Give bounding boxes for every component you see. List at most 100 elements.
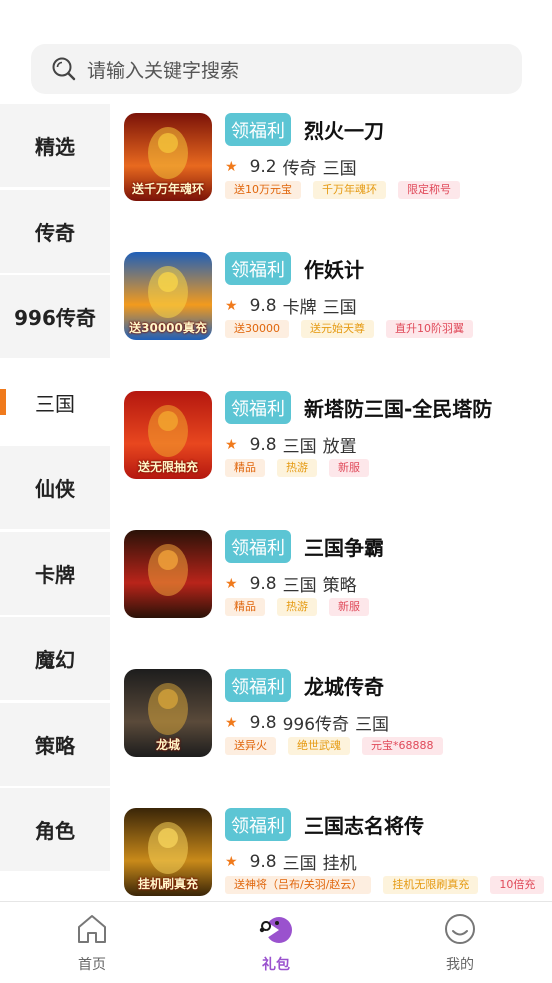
home-icon [78,915,106,943]
game-genre: 三国 [355,715,390,735]
bottom-tab-bar: 首页 礼包 我的 [0,901,552,983]
game-icon-caption: 挂机刷真充 [137,877,198,891]
star-icon: ★ [225,436,238,453]
sidebar-item-label: 魔幻 [35,648,75,672]
sidebar-item-label: 角色 [35,819,75,843]
game-title: 三国争霸 [304,536,384,560]
sidebar-item-label: 996传奇 [14,306,96,330]
claim-gift-button[interactable]: 领福利 [225,669,291,702]
sidebar-item-label: 三国 [35,391,75,416]
tab-home[interactable]: 首页 [47,912,137,974]
game-icon-caption: 送30000真充 [129,321,207,335]
game-tag: 热游 [277,459,317,477]
game-icon-caption: 龙城 [155,738,180,752]
game-tag: 10倍充 [490,876,545,894]
game-tags: 精品 热游 新服 [225,598,381,616]
game-icon[interactable]: 挂机刷真充 [124,808,212,896]
game-list-item[interactable]: 送千万年魂环 领福利 烈火一刀 ★ 9.2 传奇 三国 送10万元宝 千万年魂环 限定称号 [124,113,552,233]
game-genre: 挂机 [322,854,357,874]
game-meta: ★ 9.8 卡牌 三国 [225,293,357,319]
star-icon: ★ [225,297,238,314]
game-tags: 送10万元宝 千万年魂环 限定称号 [225,181,472,199]
game-rating: 9.8 [249,434,277,455]
game-tag: 直升10阶羽翼 [386,320,473,338]
star-icon: ★ [225,714,238,731]
game-icon[interactable] [124,530,212,618]
game-title: 烈火一刀 [304,119,384,143]
sidebar-item[interactable]: 三国 [0,360,110,444]
game-tag: 千万年魂环 [313,181,386,199]
sidebar-item-label: 策略 [35,733,75,758]
profile-smile-icon [445,914,475,944]
game-tag: 热游 [277,598,317,616]
game-genre: 传奇 [282,159,317,179]
sidebar-item[interactable]: 精选 [0,104,110,187]
game-tag: 元宝*68888 [362,737,443,755]
game-genre: 三国 [322,298,357,318]
game-list-item[interactable]: 送无限抽充 领福利 新塔防三国-全民塔防 ★ 9.8 三国 放置 精品 热游 新服 [124,391,552,511]
tab-home-label: 首页 [78,957,106,973]
game-list-item[interactable]: 送30000真充 领福利 作妖计 ★ 9.8 卡牌 三国 送30000 送元始天尊 直升10阶羽翼 [124,252,552,372]
search-bar[interactable]: 请输入关键字搜索 [31,44,522,94]
game-title: 三国志名将传 [304,814,424,838]
game-tag: 送30000 [225,320,289,338]
game-list-item[interactable]: 龙城 领福利 龙城传奇 ★ 9.8 996传奇 三国 送异火 绝世武魂 元宝*68888 [124,669,552,789]
game-tags: 送30000 送元始天尊 直升10阶羽翼 [225,320,485,338]
active-indicator [0,388,6,415]
game-genre: 三国 [282,437,317,457]
tab-gift-label: 礼包 [262,957,290,973]
claim-gift-button[interactable]: 领福利 [225,252,291,285]
claim-gift-button[interactable]: 领福利 [225,808,291,841]
game-genre: 996传奇 [282,715,350,735]
game-tags: 送神将（吕布/关羽/赵云） 挂机无限刷真充 10倍充 [225,876,552,894]
sidebar-item[interactable]: 传奇 [0,189,110,273]
sidebar-item[interactable]: 策略 [0,702,110,786]
game-icon-caption: 送无限抽充 [137,460,198,474]
game-rating: 9.8 [249,295,277,316]
game-meta: ★ 9.8 三国 放置 [225,432,357,458]
sidebar-item[interactable]: 魔幻 [0,617,110,700]
game-tags: 送异火 绝世武魂 元宝*68888 [225,737,455,755]
claim-gift-button[interactable]: 领福利 [225,530,291,563]
game-rating: 9.8 [249,573,277,594]
game-meta: ★ 9.2 传奇 三国 [225,154,357,180]
game-genre: 三国 [322,159,357,179]
claim-gift-button[interactable]: 领福利 [225,113,291,146]
game-rating: 9.8 [249,851,277,872]
game-icon-caption: 送千万年魂环 [131,182,204,196]
game-meta: ★ 9.8 996传奇 三国 [225,710,390,736]
tab-gift[interactable]: 礼包 [231,912,321,974]
game-tag: 挂机无限刷真充 [383,876,479,894]
game-genre: 卡牌 [282,298,317,318]
game-title: 新塔防三国-全民塔防 [304,397,493,421]
sidebar-item[interactable]: 仙侠 [0,446,110,529]
game-genre: 三国 [282,576,317,596]
claim-gift-button[interactable]: 领福利 [225,391,291,424]
game-tag: 送神将（吕布/关羽/赵云） [225,876,372,894]
tab-profile[interactable]: 我的 [415,912,505,974]
game-icon[interactable]: 送30000真充 [124,252,212,340]
gift-pacman-icon [259,917,292,943]
game-tags: 精品 热游 新服 [225,459,381,477]
game-tag: 精品 [225,598,265,616]
search-input[interactable]: 请输入关键字搜索 [87,56,239,83]
sidebar-item-label: 卡牌 [35,562,75,587]
game-meta: ★ 9.8 三国 策略 [225,571,357,597]
game-tag: 精品 [225,459,265,477]
sidebar-item[interactable]: 角色 [0,788,110,871]
tab-profile-label: 我的 [446,957,474,973]
game-icon[interactable]: 龙城 [124,669,212,757]
game-tag: 新服 [329,598,369,616]
game-genre: 三国 [282,854,317,874]
game-title: 龙城传奇 [304,675,384,699]
game-tag: 限定称号 [398,181,460,199]
game-tag: 绝世武魂 [288,737,350,755]
game-icon[interactable]: 送千万年魂环 [124,113,212,201]
game-tag: 送元始天尊 [301,320,374,338]
game-icon[interactable]: 送无限抽充 [124,391,212,479]
game-list-item[interactable]: 领福利 三国争霸 ★ 9.8 三国 策略 精品 热游 新服 [124,530,552,650]
star-icon: ★ [225,158,238,175]
game-genre: 策略 [322,576,357,596]
sidebar-item[interactable]: 卡牌 [0,531,110,615]
sidebar-item[interactable]: 996传奇 [0,275,110,358]
